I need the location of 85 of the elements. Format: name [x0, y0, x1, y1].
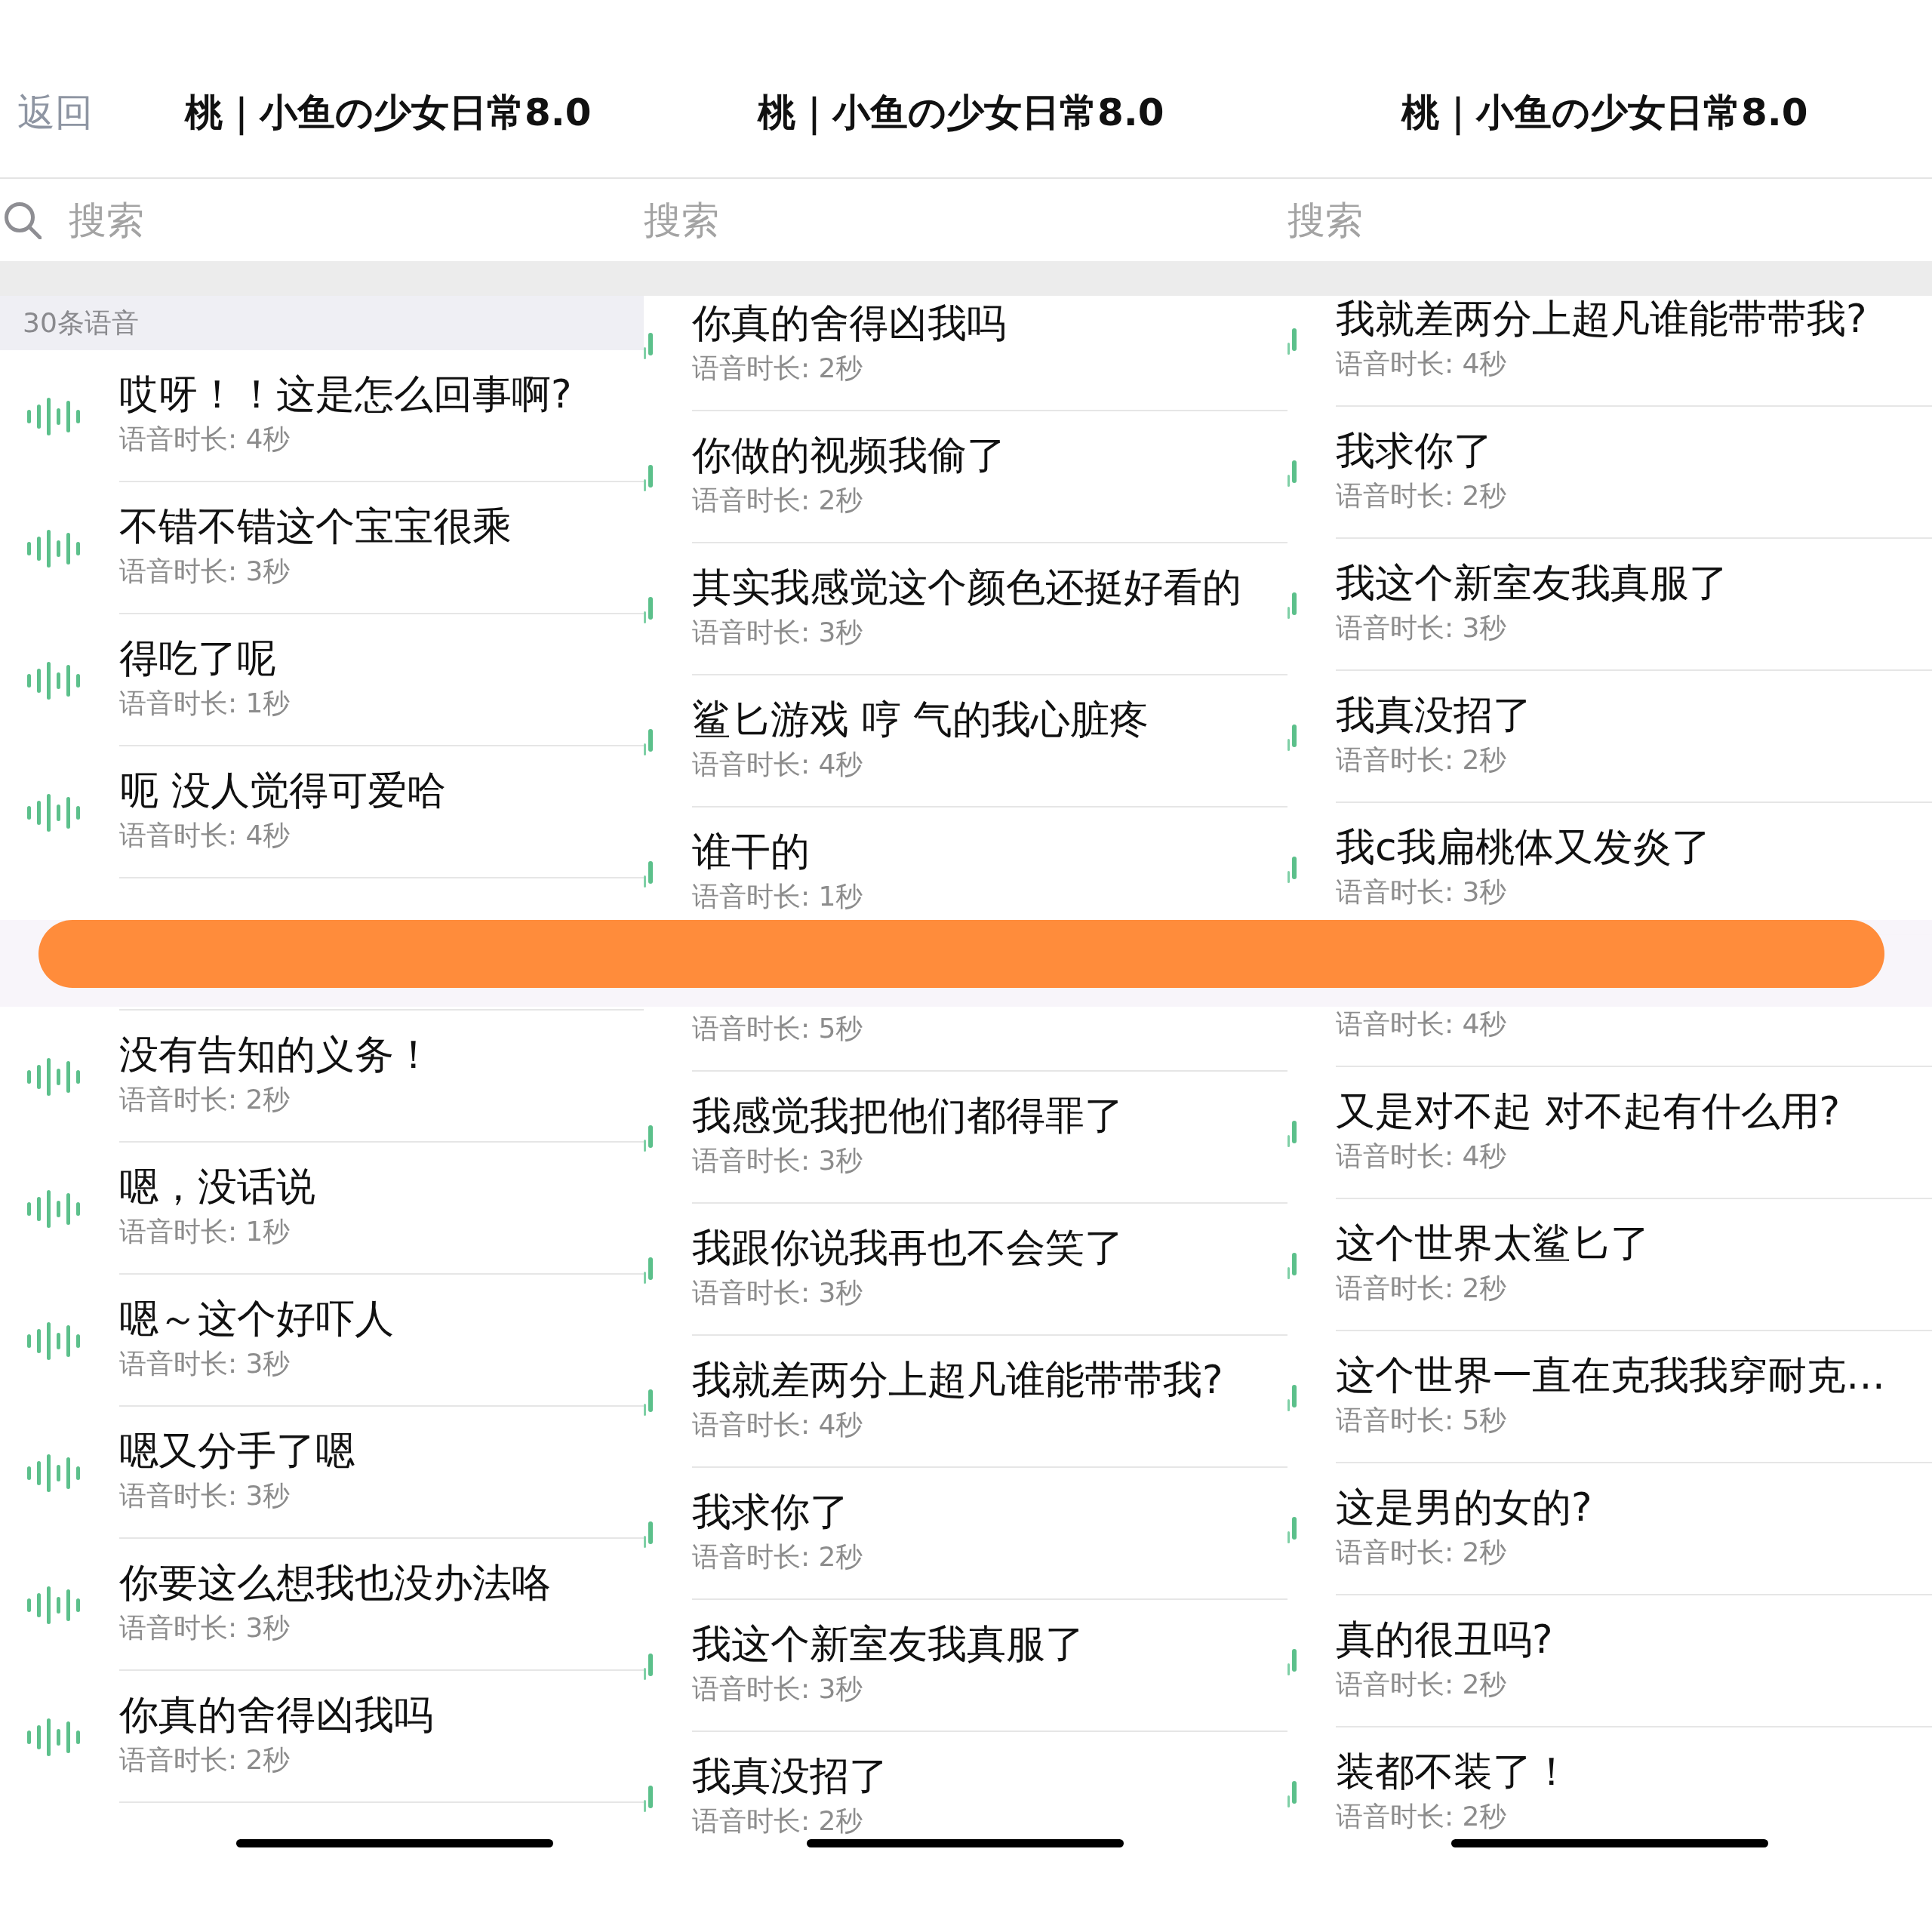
voice-message-title: 不错不错这个宝宝很乘 [119, 503, 512, 549]
voice-duration: 语音时长: 2秒 [119, 1745, 291, 1775]
voice-message-title: 嗯又分手了嗯 [119, 1428, 355, 1473]
search-field[interactable]: 搜索 [644, 197, 1287, 243]
waveform-icon [27, 1718, 80, 1756]
voice-message-title: 我这个新室友我真服了 [692, 1621, 1084, 1666]
voice-message-title: 嗯～这个好吓人 [119, 1296, 394, 1341]
voice-duration: 语音时长: 5秒 [1336, 1405, 1507, 1435]
voice-duration: 语音时长: 3秒 [119, 1481, 291, 1511]
search-icon [4, 201, 42, 239]
voice-message-title: 没有告知的义务！ [119, 1032, 433, 1077]
voice-message-title: 你真的舍得凶我吗 [692, 300, 1006, 346]
voice-message-title: 你要这么想我也没办法咯 [119, 1560, 551, 1605]
waveform-icon [27, 1454, 80, 1492]
voice-message-title: 我跟你说我再也不会笑了 [692, 1225, 1124, 1270]
voice-duration: 语音时长: 4秒 [119, 424, 291, 454]
waveform-icon [27, 1586, 80, 1624]
voice-duration: 语音时长: 1秒 [692, 881, 863, 912]
voice-message-title: 我就差两分上超凡谁能带带我? [1336, 296, 1867, 341]
voice-duration: 语音时长: 3秒 [1336, 877, 1507, 907]
nav-title: 桃｜小鱼の少女日常8.0 [1401, 90, 1808, 135]
back-button[interactable]: 返回 [17, 90, 93, 135]
voice-message-title: 嗯，没话说 [119, 1164, 315, 1209]
waveform-icon [27, 397, 80, 435]
voice-message-title: 我真没招了 [1336, 692, 1532, 737]
voice-duration: 语音时长: 2秒 [1336, 745, 1507, 775]
waveform-icon [27, 1057, 80, 1096]
voice-message-title: 哎呀！！这是怎么回事啊? [119, 371, 572, 417]
nav-title: 桃｜小鱼の少女日常8.0 [185, 90, 592, 135]
voice-duration: 语音时长: 4秒 [692, 749, 863, 780]
voice-duration: 语音时长: 2秒 [1336, 1669, 1507, 1700]
voice-duration: 语音时长: 1秒 [119, 688, 291, 718]
voice-message-title: 这是男的女的? [1336, 1484, 1592, 1530]
voice-duration: 语音时长: 4秒 [1336, 349, 1507, 379]
voice-duration: 语音时长: 2秒 [1336, 1537, 1507, 1567]
voice-duration: 语音时长: 3秒 [119, 1613, 291, 1643]
voice-duration: 语音时长: 4秒 [119, 820, 291, 851]
voice-message-title: 我这个新室友我真服了 [1336, 560, 1728, 605]
voice-duration: 语音时长: 4秒 [1336, 1141, 1507, 1171]
voice-message-title: 我求你了 [1336, 428, 1493, 473]
voice-duration: 语音时长: 1秒 [119, 1217, 291, 1247]
voice-duration: 语音时长: 2秒 [692, 1542, 863, 1572]
voice-duration: 语音时长: 3秒 [119, 556, 291, 586]
voice-message-title: 我就差两分上超凡谁能带带我? [692, 1357, 1223, 1402]
section-header: 30条语音 [0, 296, 644, 350]
voice-message-title: 我c我扁桃体又发炎了 [1336, 824, 1711, 869]
voice-duration: 语音时长: 3秒 [119, 1349, 291, 1379]
voice-message-title: 真的很丑吗? [1336, 1617, 1553, 1662]
voice-duration: 语音时长: 2秒 [692, 353, 863, 383]
voice-duration: 语音时长: 3秒 [692, 1146, 863, 1176]
voice-duration: 语音时长: 2秒 [692, 485, 863, 515]
voice-message-title: 谁干的 [692, 829, 810, 874]
nav-title: 桃｜小鱼の少女日常8.0 [758, 90, 1164, 135]
voice-message-title: 鲨匕游戏 哼 气的我心脏疼 [692, 697, 1149, 742]
voice-duration: 语音时长: 5秒 [692, 1014, 863, 1044]
voice-duration: 语音时长: 2秒 [1336, 481, 1507, 511]
voice-message-title: 其实我感觉这个颜色还挺好看的 [692, 565, 1241, 610]
search-field[interactable]: 搜索 [1287, 197, 1932, 243]
voice-duration: 语音时长: 2秒 [1336, 1273, 1507, 1303]
voice-message-title: 呃 没人觉得可爱哈 [119, 768, 446, 813]
voice-message-title: 你真的舍得凶我吗 [119, 1692, 433, 1737]
waveform-icon [27, 529, 80, 568]
search-field[interactable]: 搜索 [69, 197, 644, 243]
voice-duration: 语音时长: 4秒 [1336, 1009, 1507, 1039]
voice-duration: 语音时长: 3秒 [692, 1278, 863, 1308]
voice-message-title: 得吃了呢 [119, 635, 276, 681]
voice-duration: 语音时长: 3秒 [692, 1674, 863, 1704]
waveform-icon [27, 793, 80, 832]
voice-message-title: 又是对不起 对不起有什么用? [1336, 1088, 1841, 1134]
waveform-icon [27, 1189, 80, 1228]
voice-message-title: 我求你了 [692, 1489, 849, 1534]
voice-message-title: 你做的视频我偷了 [692, 432, 1006, 478]
voice-duration: 语音时长: 4秒 [692, 1410, 863, 1440]
voice-message-title: 我感觉我把他们都得罪了 [692, 1093, 1124, 1138]
voice-message-title: 这个世界一直在克我我穿耐克… [1336, 1352, 1885, 1398]
voice-duration: 语音时长: 3秒 [1336, 613, 1507, 643]
voice-duration: 语音时长: 2秒 [692, 1806, 863, 1836]
waveform-icon [27, 661, 80, 700]
voice-message-title: 这个世界太鲨匕了 [1336, 1220, 1650, 1266]
voice-duration: 语音时长: 2秒 [119, 1084, 291, 1115]
voice-duration: 语音时长: 2秒 [1336, 1801, 1507, 1832]
waveform-icon [27, 1321, 80, 1360]
voice-message-title: 我真没招了 [692, 1753, 888, 1798]
voice-duration: 语音时长: 3秒 [692, 617, 863, 648]
voice-message-title: 装都不装了！ [1336, 1749, 1571, 1794]
